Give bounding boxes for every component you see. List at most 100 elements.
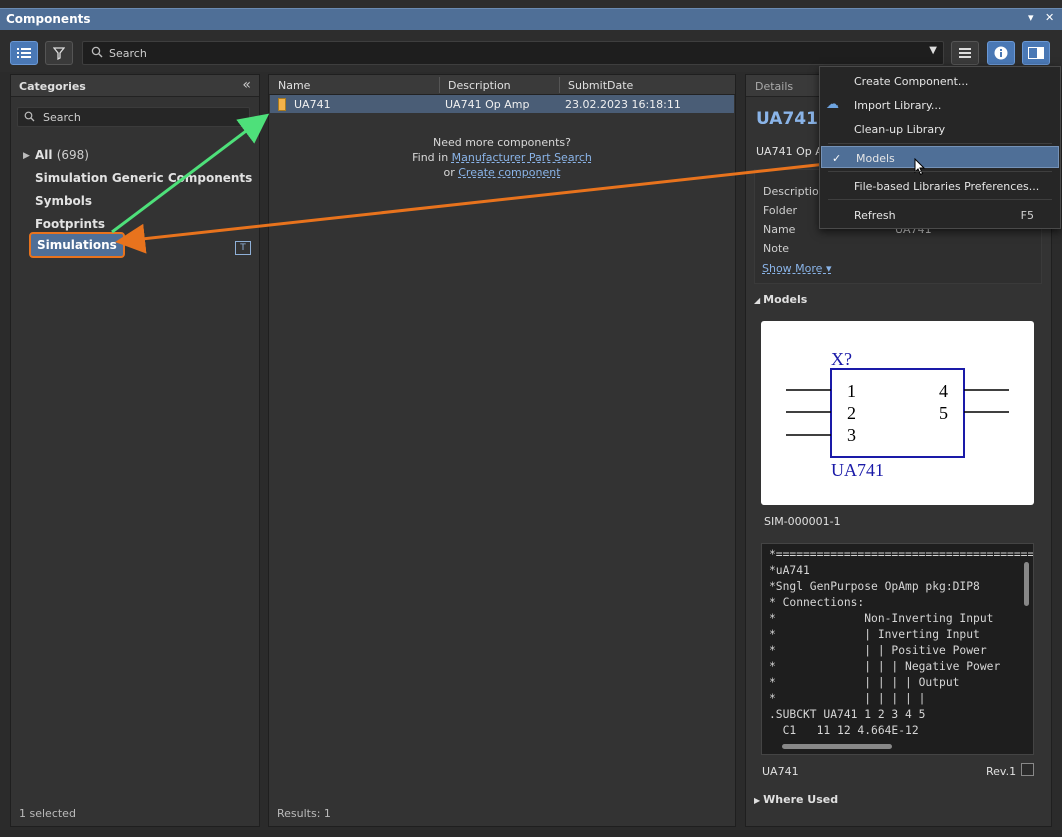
model-part-name: UA741 [762,765,799,778]
find-in-text: Find in [412,151,449,164]
checkmark-icon: ✓ [832,152,842,165]
split-layout-icon [1028,47,1044,59]
category-simulations[interactable]: Simulations [29,232,125,258]
hamburger-icon [959,48,971,58]
prop-key: Description [763,185,826,198]
type-filter-icon[interactable]: T [235,241,251,255]
menu-item-clean-up-library[interactable]: Clean-up Library [820,118,1060,140]
category-symbols[interactable]: Symbols [35,194,92,208]
where-used-section-header[interactable]: ▶ Where Used [754,793,838,806]
row-description: UA741 Op Amp [445,98,530,111]
category-simulation-generic-components[interactable]: Simulation Generic Components [35,171,252,185]
component-icon [278,98,286,111]
category-all-label: All [35,148,53,162]
menu-item-import-library[interactable]: ☁ Import Library... [820,94,1060,116]
prop-key: Note [763,242,790,255]
revision-checkbox[interactable] [1021,763,1034,776]
manufacturer-part-search-link[interactable]: Manufacturer Part Search [452,151,592,164]
show-more-link[interactable]: Show More ▾ [762,262,831,275]
mouse-cursor-icon [914,158,926,176]
list-header: Name Description SubmitDate [269,75,735,95]
menu-item-shortcut: F5 [1020,209,1034,222]
pin-number: 2 [847,403,856,423]
list-view-button[interactable] [10,41,38,65]
categories-panel: Categories « Search ▶ All (698) Simulati… [10,74,260,827]
list-icon [17,48,31,58]
expand-triangle-icon: ▶ [754,796,761,805]
symbol-comment: UA741 [831,460,884,480]
column-submitdate[interactable]: SubmitDate [568,79,633,92]
revision-label: Rev.1 [986,765,1017,778]
search-icon [91,45,103,62]
menu-item-create-component[interactable]: Create Component... [820,70,1060,92]
menu-item-models[interactable]: ✓ Models [821,146,1059,176]
need-more-message: Need more components? Find in Manufactur… [269,135,735,180]
create-component-link[interactable]: Create component [458,166,560,179]
title-bar: Components ▾ ✕ [0,0,1062,38]
horizontal-scrollbar[interactable] [782,744,892,749]
filter-icon [53,46,65,60]
need-more-text: Need more components? [432,136,572,149]
column-name[interactable]: Name [278,79,310,92]
menu-item-label: Clean-up Library [854,123,946,136]
details-toggle-button[interactable] [987,41,1015,65]
where-used-heading: Where Used [763,793,839,806]
menu-separator [828,199,1052,200]
categories-status: 1 selected [19,807,76,820]
menu-item-label: Create Component... [854,75,969,88]
or-text: or [443,166,455,179]
menu-item-label: Refresh [854,209,896,222]
category-search-placeholder: Search [43,111,81,124]
search-icon [24,110,35,126]
schematic-symbol: X? 1 2 3 4 5 UA741 [786,349,1009,480]
expand-all-icon[interactable]: ▶ [23,151,30,161]
menu-item-file-based-libraries-preferences[interactable]: File-based Libraries Preferences... [820,175,1060,197]
category-all[interactable]: All (698) [35,148,89,162]
model-id: SIM-000001-1 [764,515,841,528]
column-divider[interactable] [559,77,560,93]
search-placeholder: Search [109,47,147,60]
row-name: UA741 [294,98,331,111]
collapse-triangle-icon: ◢ [754,296,761,305]
menu-button[interactable] [951,41,979,65]
component-list-panel: Name Description SubmitDate UA741 UA741 … [268,74,736,827]
menu-item-label: Import Library... [854,99,942,112]
model-preview: X? 1 2 3 4 5 UA741 [761,321,1034,505]
layout-toggle-button[interactable] [1022,41,1050,65]
collapse-panel-icon[interactable]: « [242,77,251,93]
menu-item-label: File-based Libraries Preferences... [854,180,1040,193]
table-row[interactable]: UA741 UA741 Op Amp 23.02.2023 16:18:11 [270,95,734,113]
category-footprints[interactable]: Footprints [35,217,105,231]
vertical-scrollbar[interactable] [1024,562,1029,606]
pin-number: 1 [847,381,856,401]
filter-button[interactable] [45,41,73,65]
panel-header: Components ▾ ✕ [0,8,1062,30]
results-count: Results: 1 [277,807,331,820]
menu-separator [828,143,1052,144]
pin-menu-icon[interactable]: ▾ [1028,11,1034,24]
menu-item-label: Models [856,152,895,165]
models-section-header[interactable]: ◢ Models [754,293,807,306]
pin-number: 4 [939,381,948,401]
pin-number: 3 [847,425,856,445]
search-history-dropdown-icon[interactable]: ▼ [929,45,937,56]
info-icon [994,46,1008,60]
details-title: Details [755,80,794,93]
row-submitdate: 23.02.2023 16:18:11 [565,98,681,111]
column-description[interactable]: Description [448,79,511,92]
category-search-input[interactable]: Search [17,107,250,127]
cloud-icon: ☁ [826,97,839,112]
menu-separator [828,171,1052,172]
search-input[interactable]: Search ▼ [82,41,944,65]
prop-key: Name [763,223,796,236]
panel-dropdown-menu: Create Component... ☁ Import Library... … [819,66,1061,229]
close-icon[interactable]: ✕ [1045,11,1054,24]
models-heading: Models [763,293,808,306]
panel-title: Components [6,12,91,26]
menu-item-refresh[interactable]: Refresh F5 [820,204,1060,226]
spice-model-text: *=======================================… [761,543,1034,755]
column-divider[interactable] [439,77,440,93]
prop-key: Folder [763,204,797,217]
category-all-count: (698) [56,148,89,162]
component-name: UA741 [756,109,818,129]
